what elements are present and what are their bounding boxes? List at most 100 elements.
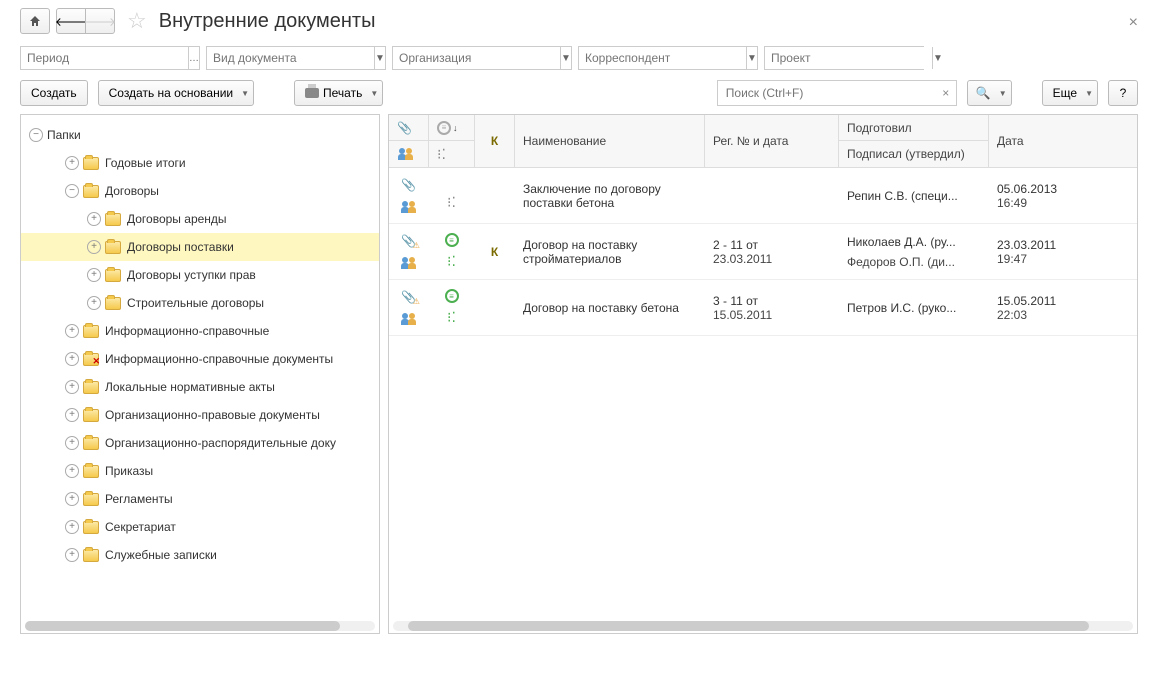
scrollbar[interactable] bbox=[25, 621, 375, 631]
tree-item[interactable]: +Секретариат bbox=[21, 513, 379, 541]
help-button[interactable]: ? bbox=[1108, 80, 1138, 106]
folder-icon bbox=[83, 409, 99, 422]
chevron-down-icon[interactable]: ▼ bbox=[374, 47, 385, 69]
chevron-down-icon[interactable]: ▼ bbox=[932, 47, 943, 69]
expand-icon[interactable]: + bbox=[65, 380, 79, 394]
more-button[interactable]: Еще bbox=[1042, 80, 1098, 106]
expand-icon[interactable]: + bbox=[65, 352, 79, 366]
tree-item[interactable]: +Служебные записки bbox=[21, 541, 379, 569]
filter-organization[interactable]: ▼ bbox=[392, 46, 572, 70]
search-box[interactable]: × bbox=[717, 80, 957, 106]
chevron-down-icon[interactable]: ▼ bbox=[560, 47, 571, 69]
col-regno[interactable]: Рег. № и дата bbox=[705, 115, 838, 167]
col-name[interactable]: Наименование bbox=[515, 115, 704, 167]
tree-item-label: Приказы bbox=[105, 464, 153, 478]
tree-item-label: Локальные нормативные акты bbox=[105, 380, 275, 394]
folder-icon bbox=[83, 157, 99, 170]
period-input[interactable] bbox=[21, 47, 188, 69]
expand-icon[interactable]: + bbox=[65, 408, 79, 422]
search-options-button[interactable]: 🔍 bbox=[967, 80, 1012, 106]
close-button[interactable]: × bbox=[1129, 14, 1138, 32]
doc-type-input[interactable] bbox=[207, 47, 374, 69]
expand-icon[interactable]: + bbox=[65, 464, 79, 478]
clear-search-icon[interactable]: × bbox=[936, 86, 956, 100]
prepared-by: Петров И.С. (руко... bbox=[847, 301, 980, 315]
tree-item[interactable]: +Строительные договоры bbox=[21, 289, 379, 317]
expand-icon[interactable]: + bbox=[87, 268, 101, 282]
tree-item[interactable]: +Информационно-справочные bbox=[21, 317, 379, 345]
search-input[interactable] bbox=[718, 86, 936, 100]
tree-item[interactable]: +Договоры поставки bbox=[21, 233, 379, 261]
folder-icon bbox=[83, 353, 99, 366]
collapse-icon[interactable]: − bbox=[29, 128, 43, 142]
col-k[interactable]: К bbox=[475, 115, 514, 167]
folder-icon bbox=[83, 437, 99, 450]
col-prepared[interactable]: Подготовил bbox=[839, 115, 988, 141]
prepared-by: Репин С.В. (специ... bbox=[847, 189, 980, 203]
expand-icon[interactable]: + bbox=[65, 436, 79, 450]
expand-icon[interactable]: + bbox=[87, 296, 101, 310]
tree-item[interactable]: + Приказы bbox=[21, 457, 379, 485]
expand-icon[interactable]: + bbox=[65, 548, 79, 562]
grid-row[interactable]: 📎⁝⁚Заключение по договору поставки бетон… bbox=[389, 168, 1137, 224]
process-icon: ⁝⁚ bbox=[437, 146, 446, 163]
tree-root[interactable]: − Папки bbox=[21, 121, 379, 149]
tree-item[interactable]: +Договоры аренды bbox=[21, 205, 379, 233]
grid-header: 📎 ≡↓ ⁝⁚ К Наименование Рег. № и дата П bbox=[389, 115, 1137, 168]
grid-row[interactable]: 📎≡⁝⁚КДоговор на поставку стройматериалов… bbox=[389, 224, 1137, 280]
reg-date: 15.05.2011 bbox=[713, 308, 830, 322]
expand-icon[interactable]: + bbox=[65, 520, 79, 534]
tree-item[interactable]: −Договоры bbox=[21, 177, 379, 205]
col-attachment[interactable]: 📎 bbox=[389, 115, 428, 141]
tree-item[interactable]: +Договоры уступки прав bbox=[21, 261, 379, 289]
chevron-down-icon[interactable]: ▼ bbox=[746, 47, 757, 69]
col-signed[interactable]: Подписал (утвердил) bbox=[839, 141, 988, 167]
col-date[interactable]: Дата bbox=[989, 115, 1099, 167]
grid-body: 📎⁝⁚Заключение по договору поставки бетон… bbox=[389, 168, 1137, 336]
reg-date: 23.03.2011 bbox=[713, 252, 830, 266]
reg-no: 2 - 11 от bbox=[713, 238, 830, 252]
home-button[interactable] bbox=[20, 8, 50, 34]
expand-icon[interactable]: + bbox=[87, 212, 101, 226]
correspondent-input[interactable] bbox=[579, 47, 746, 69]
folder-icon bbox=[83, 325, 99, 338]
print-button[interactable]: Печать bbox=[294, 80, 383, 106]
tree-item-label: Организационно-распорядительные доку bbox=[105, 436, 336, 450]
tree-item-label: Информационно-справочные документы bbox=[105, 352, 333, 366]
organization-input[interactable] bbox=[393, 47, 560, 69]
process-icon: ⁝⁚ bbox=[447, 194, 456, 211]
ellipsis-icon[interactable]: … bbox=[188, 47, 199, 69]
collapse-icon[interactable]: − bbox=[65, 184, 79, 198]
filter-project[interactable]: ▼ bbox=[764, 46, 924, 70]
expand-icon[interactable]: + bbox=[65, 492, 79, 506]
project-input[interactable] bbox=[765, 47, 932, 69]
filter-correspondent[interactable]: ▼ bbox=[578, 46, 758, 70]
forward-button[interactable]: 🡒 bbox=[85, 8, 115, 34]
doc-time: 19:47 bbox=[997, 252, 1090, 266]
col-process[interactable]: ⁝⁚ bbox=[429, 141, 474, 167]
doc-date: 15.05.2011 bbox=[997, 294, 1090, 308]
signed-by: Федоров О.П. (ди... bbox=[847, 255, 980, 269]
grid-row[interactable]: 📎≡⁝⁚Договор на поставку бетона3 - 11 от1… bbox=[389, 280, 1137, 336]
expand-icon[interactable]: + bbox=[65, 156, 79, 170]
col-participants[interactable] bbox=[389, 141, 428, 167]
filter-doc-type[interactable]: ▼ bbox=[206, 46, 386, 70]
favorite-star-icon[interactable]: ☆ bbox=[127, 8, 147, 34]
expand-icon[interactable]: + bbox=[87, 240, 101, 254]
tree-item[interactable]: +Регламенты bbox=[21, 485, 379, 513]
tree-item[interactable]: + Информационно-справочные документы bbox=[21, 345, 379, 373]
filter-period[interactable]: … bbox=[20, 46, 200, 70]
paperclip-warn-icon: 📎 bbox=[401, 290, 416, 304]
nav-group: 🡐 🡒 bbox=[56, 8, 115, 34]
tree-item[interactable]: + Организационно-правовые документы bbox=[21, 401, 379, 429]
scrollbar[interactable] bbox=[393, 621, 1133, 631]
create-based-on-button[interactable]: Создать на основании bbox=[98, 80, 254, 106]
col-status[interactable]: ≡↓ bbox=[429, 115, 474, 141]
tree-item[interactable]: +Годовые итоги bbox=[21, 149, 379, 177]
expand-icon[interactable]: + bbox=[65, 324, 79, 338]
create-button[interactable]: Создать bbox=[20, 80, 88, 106]
tree-item[interactable]: + Локальные нормативные акты bbox=[21, 373, 379, 401]
tree-item[interactable]: + Организационно-распорядительные доку bbox=[21, 429, 379, 457]
back-button[interactable]: 🡐 bbox=[56, 8, 86, 34]
tree-item-label: Организационно-правовые документы bbox=[105, 408, 320, 422]
